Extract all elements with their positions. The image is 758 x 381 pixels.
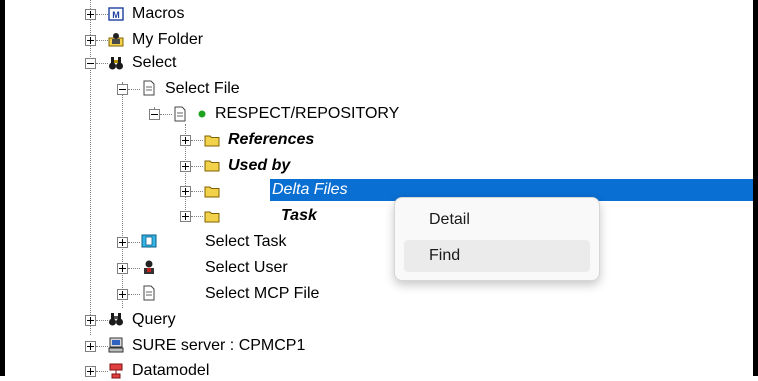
document-icon [143,285,155,301]
tree-item-label: Macros [132,5,185,22]
tree-item-label: Select File [165,80,240,97]
menu-item-label: Find [429,247,461,264]
status-dot-icon [198,110,206,118]
expand-toggle[interactable] [180,135,191,146]
folder-icon [204,186,220,198]
tree-item-label: Select User [205,259,288,276]
folder-icon [204,135,220,147]
expand-toggle[interactable] [85,366,96,377]
collapse-toggle[interactable] [117,84,128,95]
binoculars-icon [109,57,123,70]
tree-item-label: Select [132,54,177,71]
tree-item-label: RESPECT/REPOSITORY [215,105,400,122]
expand-toggle[interactable] [85,315,96,326]
tree-item-label: Datamodel [132,362,210,379]
tree-item-label: Query [132,311,176,328]
tree-item-label: Delta Files [272,181,348,198]
expand-toggle[interactable] [180,186,191,197]
tree-window: M Macros My Folder Select Select File RE… [0,0,758,379]
tree-item-label: Select MCP File [205,285,320,302]
document-icon [174,106,186,122]
window-border-right [753,0,758,376]
expand-toggle[interactable] [85,341,96,352]
svg-text:M: M [112,10,120,20]
datamodel-icon [109,363,123,379]
expand-toggle[interactable] [85,35,96,46]
tree-item-label: My Folder [132,31,204,48]
expand-toggle[interactable] [117,263,128,274]
expand-toggle[interactable] [180,161,191,172]
expand-toggle[interactable] [180,211,191,222]
tree-view[interactable]: M Macros My Folder Select Select File RE… [5,0,753,379]
task-icon [141,234,157,248]
binoculars-icon [109,313,123,326]
expand-toggle[interactable] [117,289,128,300]
context-menu: Detail Find [394,197,600,281]
folder-icon [204,211,220,223]
tree-item-label: Select Task [205,233,287,250]
collapse-toggle[interactable] [149,109,160,120]
macro-icon: M [108,7,124,21]
menu-item-detail[interactable]: Detail [404,204,590,236]
tree-item-label: Used by [228,157,291,174]
folder-icon [204,160,220,172]
document-icon [143,80,155,96]
user-icon [144,260,154,274]
expand-toggle[interactable] [85,9,96,20]
tree-item-label: Task [281,207,317,224]
server-icon [108,337,124,353]
tree-item-label: References [228,131,315,148]
menu-item-label: Detail [429,211,470,228]
user-folder-icon [108,33,124,47]
collapse-toggle[interactable] [85,58,96,69]
menu-item-find[interactable]: Find [404,240,590,272]
expand-toggle[interactable] [117,237,128,248]
tree-item-label: SURE server : CPMCP1 [132,337,306,354]
